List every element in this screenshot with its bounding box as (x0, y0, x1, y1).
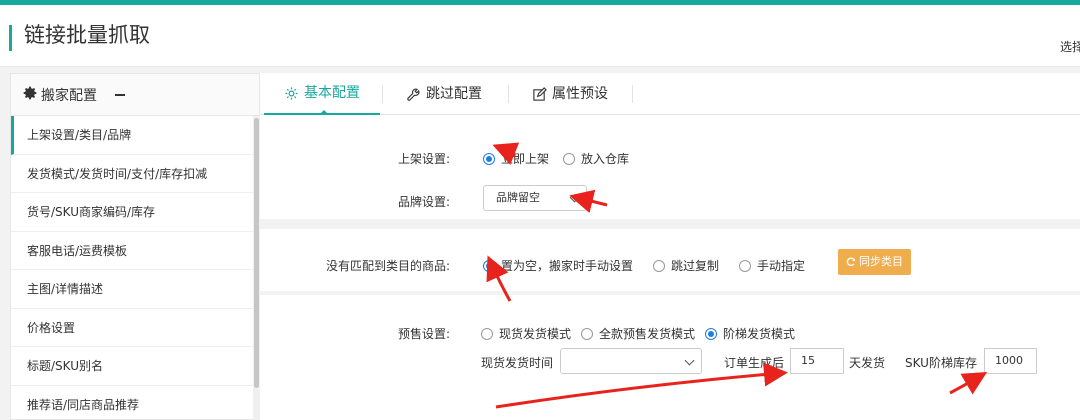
radio-label: 现货发货模式 (499, 327, 572, 341)
gear-icon (285, 86, 298, 100)
sidebar-item-service-freight[interactable]: 客服电话/运费模板 (11, 232, 253, 270)
scrollbar-thumb[interactable] (254, 118, 259, 388)
radio-spot-shipping[interactable]: 现货发货模式 (481, 325, 571, 342)
radio-dot[interactable] (653, 259, 666, 272)
sidebar: 搬家配置 上架设置/类目/品牌 发货模式/发货时间/支付/库存扣减 货号/SKU… (10, 73, 260, 420)
sidebar-item-sku-code-stock[interactable]: 货号/SKU商家编码/库存 (11, 193, 253, 232)
sidebar-item-images-description[interactable]: 主图/详情描述 (11, 270, 253, 309)
tab-attribute-preset-label: 属性预设 (552, 86, 608, 102)
radio-label: 立即上架 (501, 152, 550, 166)
tab-basic-config[interactable]: 基本配置 (264, 73, 380, 115)
brand-label: 品牌设置: (397, 195, 450, 209)
select-link[interactable]: 选择 (1060, 38, 1080, 55)
gear-icon (23, 86, 37, 100)
unmatched-panel: 没有匹配到类目的商品: 置为空，搬家时手动设置 跳过复制 手动指定 同步类目 (260, 229, 1080, 291)
tab-bar: 基本配置 跳过配置 属性预设 (260, 73, 1080, 115)
radio-dot[interactable] (481, 327, 493, 340)
radio-dot[interactable] (705, 327, 718, 340)
sync-category-button[interactable]: 同步类目 (838, 249, 911, 275)
sidebar-header: 搬家配置 (11, 74, 259, 116)
radio-dot[interactable] (483, 152, 495, 165)
radio-list-immediately[interactable]: 立即上架 (483, 150, 549, 167)
main-content: 基本配置 跳过配置 属性预设 上架设置: 立即上架 放入仓库 品牌设置: 品牌留… (260, 73, 1080, 420)
radio-dot[interactable] (563, 152, 576, 165)
tab-divider (508, 85, 509, 103)
ship-time-label: 现货发货时间 (481, 356, 554, 370)
chevron-down-icon (684, 355, 695, 366)
radio-set-empty[interactable]: 置为空，搬家时手动设置 (483, 257, 633, 274)
tab-basic-config-label: 基本配置 (304, 85, 360, 101)
sidebar-item-price[interactable]: 价格设置 (11, 309, 253, 347)
sidebar-scrollbar[interactable] (253, 116, 260, 420)
unmatched-radio-group: 置为空，搬家时手动设置 跳过复制 手动指定 (483, 257, 819, 274)
brand-select[interactable]: 品牌留空 (483, 185, 587, 211)
chevron-down-icon (569, 192, 580, 203)
radio-dot[interactable] (739, 259, 752, 272)
listing-label: 上架设置: (397, 152, 450, 166)
presale-panel: 预售设置: 现货发货模式 全款预售发货模式 阶梯发货模式 现货发货时间 订单生成… (260, 295, 1080, 420)
presale-label: 预售设置: (397, 327, 450, 341)
sidebar-item-listing-category-brand[interactable]: 上架设置/类目/品牌 (11, 116, 253, 155)
radio-label: 全款预售发货模式 (599, 327, 696, 341)
page-header: 链接批量抓取 选择 (0, 5, 1080, 67)
wrench-icon (407, 88, 420, 101)
radio-full-presale[interactable]: 全款预售发货模式 (581, 325, 695, 342)
radio-dot[interactable] (483, 259, 495, 272)
ship-time-select[interactable] (560, 348, 702, 374)
refresh-icon (846, 257, 856, 267)
radio-dot[interactable] (581, 327, 594, 340)
edit-icon (533, 86, 547, 101)
days-suffix-label: 天发货 (849, 356, 886, 370)
tab-attribute-preset[interactable]: 属性预设 (512, 73, 628, 115)
tab-divider (632, 85, 633, 103)
radio-tiered-shipping[interactable]: 阶梯发货模式 (705, 325, 795, 342)
sidebar-title: 搬家配置 (41, 88, 97, 104)
order-days-input[interactable]: 15 (790, 348, 844, 374)
radio-label: 放入仓库 (581, 152, 630, 166)
tab-divider (382, 85, 383, 103)
tab-skip-config-label: 跳过配置 (426, 86, 482, 102)
radio-put-in-warehouse[interactable]: 放入仓库 (563, 150, 629, 167)
presale-radio-group: 现货发货模式 全款预售发货模式 阶梯发货模式 (481, 325, 809, 342)
listing-panel: 上架设置: 立即上架 放入仓库 品牌设置: 品牌留空 (260, 115, 1080, 219)
radio-label: 阶梯发货模式 (723, 327, 796, 341)
radio-label: 手动指定 (757, 259, 806, 273)
order-generated-label: 订单生成后 (724, 356, 785, 370)
unmatched-label: 没有匹配到类目的商品: (325, 259, 450, 273)
page-title: 链接批量抓取 (24, 23, 150, 47)
sku-stock-input[interactable]: 1000 (984, 348, 1037, 374)
title-accent (9, 25, 12, 51)
radio-label: 置为空，搬家时手动设置 (501, 259, 634, 273)
collapse-icon[interactable] (115, 94, 125, 96)
radio-manual-assign[interactable]: 手动指定 (739, 257, 805, 274)
sku-stock-label: SKU阶梯库存 (905, 356, 977, 370)
sync-category-label: 同步类目 (859, 255, 903, 268)
tab-skip-config[interactable]: 跳过配置 (386, 73, 502, 115)
radio-label: 跳过复制 (671, 259, 720, 273)
sidebar-list: 上架设置/类目/品牌 发货模式/发货时间/支付/库存扣减 货号/SKU商家编码/… (11, 116, 253, 420)
radio-skip-copy[interactable]: 跳过复制 (653, 257, 719, 274)
sidebar-item-shipping-payment-stock[interactable]: 发货模式/发货时间/支付/库存扣减 (11, 155, 253, 193)
sidebar-item-title-sku-alias[interactable]: 标题/SKU别名 (11, 347, 253, 386)
brand-select-value: 品牌留空 (496, 191, 540, 204)
listing-radio-group: 立即上架 放入仓库 (483, 150, 643, 167)
sidebar-item-recommend[interactable]: 推荐语/同店商品推荐 (11, 386, 253, 420)
